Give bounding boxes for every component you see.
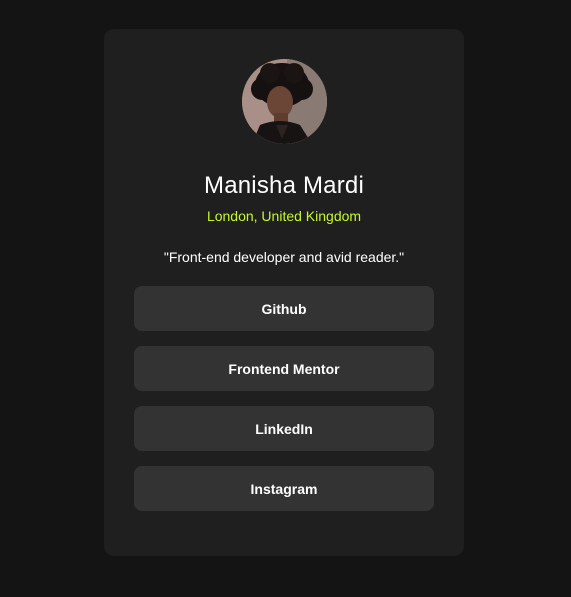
avatar-portrait-image: [242, 59, 327, 144]
avatar: [242, 59, 327, 144]
profile-bio: "Front-end developer and avid reader.": [163, 249, 405, 265]
github-link-button[interactable]: Github: [134, 286, 434, 331]
instagram-link-button[interactable]: Instagram: [134, 466, 434, 511]
social-links-list: Github Frontend Mentor LinkedIn Instagra…: [134, 286, 434, 526]
profile-location: London, United Kingdom: [206, 208, 362, 224]
profile-name: Manisha Mardi: [204, 172, 364, 199]
profile-card: Manisha Mardi London, United Kingdom "Fr…: [104, 29, 464, 556]
frontend-mentor-link-button[interactable]: Frontend Mentor: [134, 346, 434, 391]
linkedin-link-button[interactable]: LinkedIn: [134, 406, 434, 451]
